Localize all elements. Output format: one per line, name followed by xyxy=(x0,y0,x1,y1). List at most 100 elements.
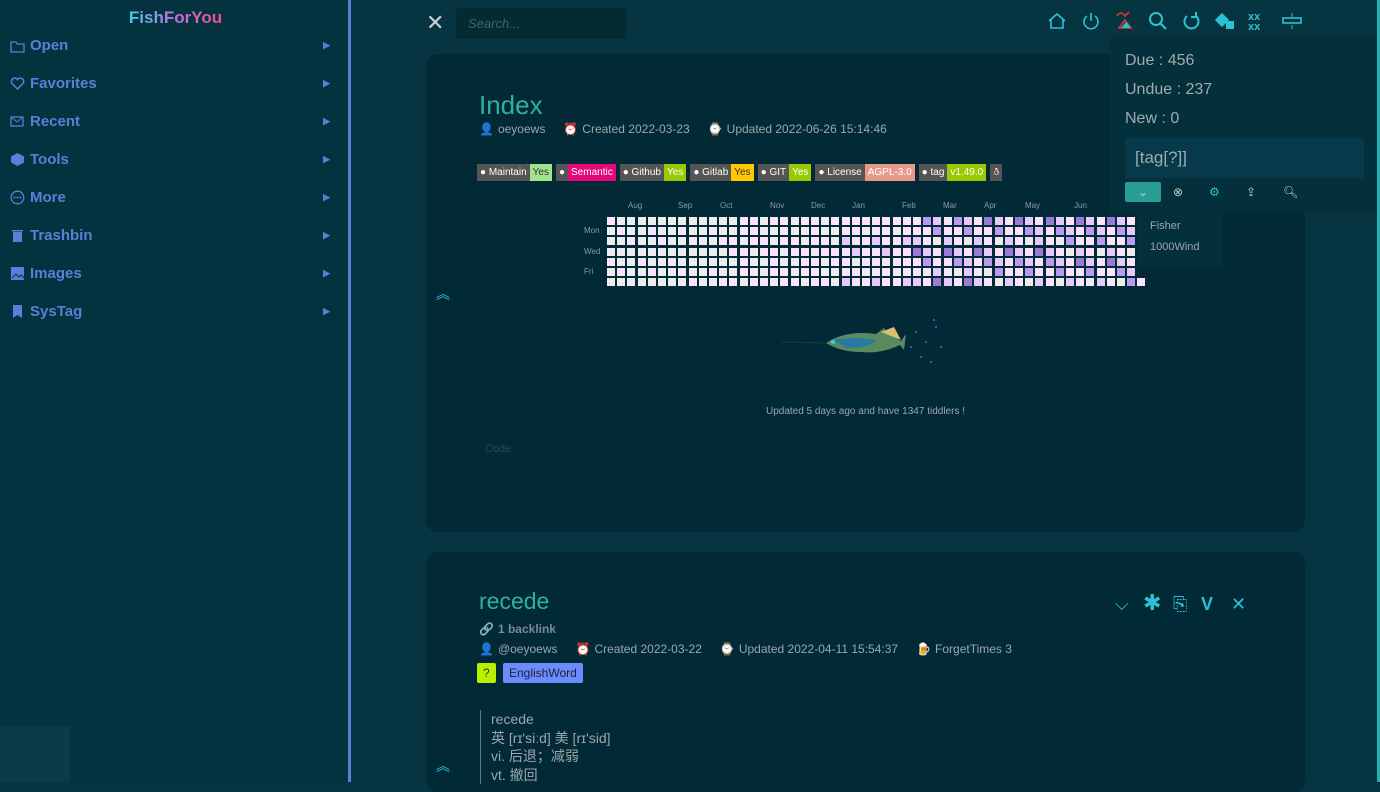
heatmap-cell[interactable] xyxy=(1055,257,1064,266)
heatmap-cell[interactable] xyxy=(923,268,932,276)
chevron-down-icon[interactable]: ⌵ xyxy=(1115,594,1129,615)
linux-badge[interactable]: 🐧︎ xyxy=(990,164,1003,181)
heatmap-cell[interactable] xyxy=(668,278,677,287)
heatmap-cell[interactable] xyxy=(658,278,666,287)
heatmap-cell[interactable] xyxy=(1076,247,1085,256)
heatmap-cell[interactable] xyxy=(841,227,850,236)
heatmap-cell[interactable] xyxy=(984,237,993,246)
heatmap-cell[interactable] xyxy=(1066,268,1074,276)
heatmap-cell[interactable] xyxy=(984,247,993,256)
search-icon[interactable]: 🔍︎ xyxy=(1283,185,1298,199)
heatmap-cell[interactable] xyxy=(627,217,636,225)
heatmap-cell[interactable] xyxy=(1025,237,1034,246)
heatmap-cell[interactable] xyxy=(984,268,993,276)
heatmap-cell[interactable] xyxy=(617,278,626,287)
sidebar-item-open[interactable]: Open ▶ xyxy=(10,32,335,58)
heatmap-cell[interactable] xyxy=(607,268,615,276)
heatmap-cell[interactable] xyxy=(964,257,972,266)
heatmap-cell[interactable] xyxy=(780,247,789,256)
heatmap-cell[interactable] xyxy=(668,268,677,276)
heatmap-cell[interactable] xyxy=(882,217,891,225)
heatmap-cell[interactable] xyxy=(811,278,819,287)
heatmap-cell[interactable] xyxy=(719,237,728,246)
heatmap-cell[interactable] xyxy=(709,268,717,276)
heatmap-cell[interactable] xyxy=(678,227,687,236)
export-icon[interactable]: ⎘ xyxy=(1173,594,1187,615)
heatmap-cell[interactable] xyxy=(1127,227,1136,236)
heatmap-cell[interactable] xyxy=(760,237,768,246)
heatmap-cell[interactable] xyxy=(1117,217,1125,225)
heatmap-cell[interactable] xyxy=(688,227,697,236)
heatmap-cell[interactable] xyxy=(1127,237,1136,246)
heatmap-cell[interactable] xyxy=(698,247,707,256)
sidebar-item-systag[interactable]: SysTag ▶ xyxy=(10,298,335,324)
heatmap-cell[interactable] xyxy=(1025,278,1034,287)
heatmap-cell[interactable] xyxy=(953,278,962,287)
heatmap-cell[interactable] xyxy=(892,217,901,225)
heatmap-cell[interactable] xyxy=(974,257,983,266)
heatmap-cell[interactable] xyxy=(658,247,666,256)
heatmap-cell[interactable] xyxy=(872,247,881,256)
heatmap-cell[interactable] xyxy=(811,227,819,236)
tiddler-title[interactable]: Index xyxy=(479,90,543,121)
heatmap-cell[interactable] xyxy=(709,247,717,256)
heatmap-cell[interactable] xyxy=(1066,227,1074,236)
heatmap-cell[interactable] xyxy=(974,217,983,225)
heatmap-cell[interactable] xyxy=(1004,247,1013,256)
heatmap-cell[interactable] xyxy=(607,278,615,287)
filter-input[interactable]: [tag[?]] xyxy=(1125,138,1364,178)
heatmap-cell[interactable] xyxy=(1025,227,1034,236)
heatmap-cell[interactable] xyxy=(1066,247,1074,256)
heatmap-cell[interactable] xyxy=(658,268,666,276)
heatmap-cell[interactable] xyxy=(1015,278,1023,287)
heatmap-cell[interactable] xyxy=(1086,278,1095,287)
heatmap-cell[interactable] xyxy=(1055,278,1064,287)
heatmap-cell[interactable] xyxy=(1117,237,1125,246)
heatmap-cell[interactable] xyxy=(923,217,932,225)
heatmap-cell[interactable] xyxy=(933,247,942,256)
heatmap-cell[interactable] xyxy=(1015,257,1023,266)
heatmap-cell[interactable] xyxy=(882,227,891,236)
heatmap-cell[interactable] xyxy=(749,237,758,246)
heatmap-cell[interactable] xyxy=(688,257,697,266)
heatmap-cell[interactable] xyxy=(872,227,881,236)
tiddler-title[interactable]: recede xyxy=(479,588,549,615)
heatmap-cell[interactable] xyxy=(913,227,921,236)
heatmap-cell[interactable] xyxy=(749,257,758,266)
heatmap-cell[interactable] xyxy=(811,237,819,246)
heatmap-cell[interactable] xyxy=(1096,268,1105,276)
heatmap-cell[interactable] xyxy=(933,237,942,246)
heatmap-cell[interactable] xyxy=(739,227,748,236)
heatmap-cell[interactable] xyxy=(882,247,891,256)
heatmap-cell[interactable] xyxy=(668,247,677,256)
heatmap-cell[interactable] xyxy=(780,227,789,236)
heatmap-cell[interactable] xyxy=(647,257,656,266)
heatmap-cell[interactable] xyxy=(729,257,738,266)
heatmap-cell[interactable] xyxy=(698,237,707,246)
heatmap-cell[interactable] xyxy=(688,278,697,287)
heatmap-cell[interactable] xyxy=(617,257,626,266)
heatmap-cell[interactable] xyxy=(974,268,983,276)
heatmap-cell[interactable] xyxy=(709,227,717,236)
heatmap-cell[interactable] xyxy=(790,268,799,276)
heatmap-cell[interactable] xyxy=(790,257,799,266)
heatmap-cell[interactable] xyxy=(1025,257,1034,266)
heatmap-cell[interactable] xyxy=(790,217,799,225)
heatmap-cell[interactable] xyxy=(851,257,860,266)
heatmap-cell[interactable] xyxy=(1096,257,1105,266)
heatmap-cell[interactable] xyxy=(749,268,758,276)
heatmap-cell[interactable] xyxy=(821,278,830,287)
heatmap-cell[interactable] xyxy=(1055,237,1064,246)
heatmap-cell[interactable] xyxy=(1117,247,1125,256)
heatmap-cell[interactable] xyxy=(668,257,677,266)
heatmap-cell[interactable] xyxy=(902,227,911,236)
sidebar-item-recent[interactable]: Recent ▶ xyxy=(10,108,335,134)
heatmap-cell[interactable] xyxy=(1127,247,1136,256)
sidebar-item-tools[interactable]: Tools ▶ xyxy=(10,146,335,172)
close-sidebar-icon[interactable]: ✕ xyxy=(426,10,444,36)
heatmap-cell[interactable] xyxy=(729,217,738,225)
heatmap-cell[interactable] xyxy=(790,237,799,246)
heatmap-cell[interactable] xyxy=(933,257,942,266)
heatmap-cell[interactable] xyxy=(637,257,646,266)
heatmap-cell[interactable] xyxy=(719,278,728,287)
